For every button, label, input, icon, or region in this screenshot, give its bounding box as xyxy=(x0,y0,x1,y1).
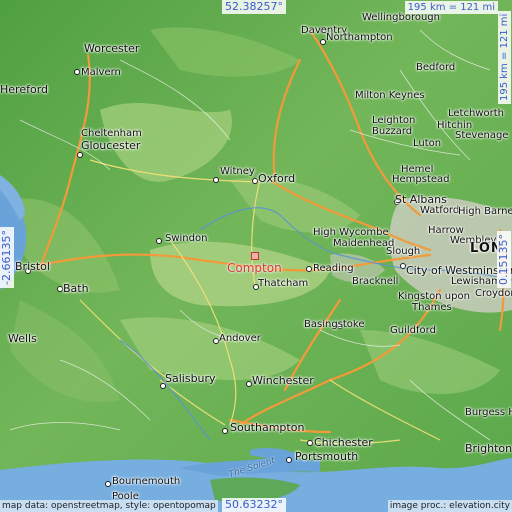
place-thatcham: Thatcham xyxy=(258,278,309,289)
scale-vertical: 195 km = 121 mi xyxy=(498,10,511,104)
place-worcester: Worcester xyxy=(84,42,140,55)
scale-horizontal: 195 km = 121 mi xyxy=(404,1,498,14)
place-witney: Witney xyxy=(220,166,255,177)
coord-right-longitude: 0.15135° xyxy=(497,231,511,288)
place-wells: Wells xyxy=(8,332,37,345)
place-st-albans: St Albans xyxy=(395,193,447,206)
bournemouth-dot xyxy=(105,481,111,487)
place-bedford: Bedford xyxy=(416,62,456,73)
reading-dot xyxy=(306,266,312,272)
place-buzzard: Buzzard xyxy=(372,126,413,137)
place-winchester: Winchester xyxy=(252,374,314,387)
image-credit: image proc.: elevation.city xyxy=(387,500,512,512)
place-salisbury: Salisbury xyxy=(165,372,216,385)
place-slough: Slough xyxy=(386,246,421,257)
coord-left-longitude: -2.66135° xyxy=(0,227,14,288)
place-bristol: Bristol xyxy=(15,260,50,273)
place-hereford: Hereford xyxy=(0,83,49,96)
place-swindon: Swindon xyxy=(165,233,208,244)
place-letchworth: Letchworth xyxy=(448,108,504,119)
map-credit: map data: openstreetmap, style: opentopo… xyxy=(0,500,218,512)
location-marker[interactable] xyxy=(251,252,259,260)
place-andover: Andover xyxy=(219,333,261,344)
map-canvas[interactable]: Daventry Wellingborough Northampton Bedf… xyxy=(0,0,512,512)
place-thames: Thames xyxy=(412,302,452,313)
place-milton-keynes: Milton Keynes xyxy=(355,90,425,101)
worcester-dot xyxy=(74,69,80,75)
southampton-dot xyxy=(222,428,228,434)
place-burgess-hill: Burgess Hi xyxy=(465,407,512,418)
place-leighton: Leighton xyxy=(372,115,416,126)
place-guildford: Guildford xyxy=(390,325,436,336)
place-kingston-upon: Kingston upon xyxy=(398,291,470,302)
place-oxford: Oxford xyxy=(258,172,296,185)
place-bracknell: Bracknell xyxy=(352,276,399,287)
gloucester-dot xyxy=(77,152,83,158)
witney-dot xyxy=(213,177,219,183)
place-high-barnet: High Barnet xyxy=(458,206,512,217)
coord-top-latitude: 52.38257° xyxy=(222,0,286,14)
chichester-dot xyxy=(307,440,313,446)
swindon-dot xyxy=(156,238,162,244)
place-luton: Luton xyxy=(413,138,442,149)
place-malvern: Malvern xyxy=(81,67,121,78)
place-hempstead: Hempstead xyxy=(392,174,450,185)
place-gloucester: Gloucester xyxy=(81,139,141,152)
place-watford: Watford xyxy=(420,205,460,216)
place-high-wycombe: High Wycombe xyxy=(313,227,389,238)
place-northampton: Northampton xyxy=(326,32,393,43)
place-cheltenham: Cheltenham xyxy=(81,128,142,139)
place-wellingborough: Wellingborough xyxy=(362,12,440,23)
coord-bottom-latitude: 50.63232° xyxy=(222,498,286,512)
place-basingstoke: Basingstoke xyxy=(304,319,365,330)
place-bath: Bath xyxy=(63,282,89,295)
location-label-compton: Compton xyxy=(227,261,282,275)
place-bournemouth: Bournemouth xyxy=(112,476,181,487)
place-lewisham: Lewisham xyxy=(451,276,501,287)
place-stevenage: Stevenage xyxy=(455,130,509,141)
place-portsmouth: Portsmouth xyxy=(295,450,359,463)
place-brighton: Brighton xyxy=(465,442,512,455)
portsmouth-dot xyxy=(286,457,292,463)
place-reading: Reading xyxy=(313,263,354,274)
place-chichester: Chichester xyxy=(314,436,373,449)
place-southampton: Southampton xyxy=(230,421,305,434)
place-croydon: Croydon xyxy=(475,288,512,299)
